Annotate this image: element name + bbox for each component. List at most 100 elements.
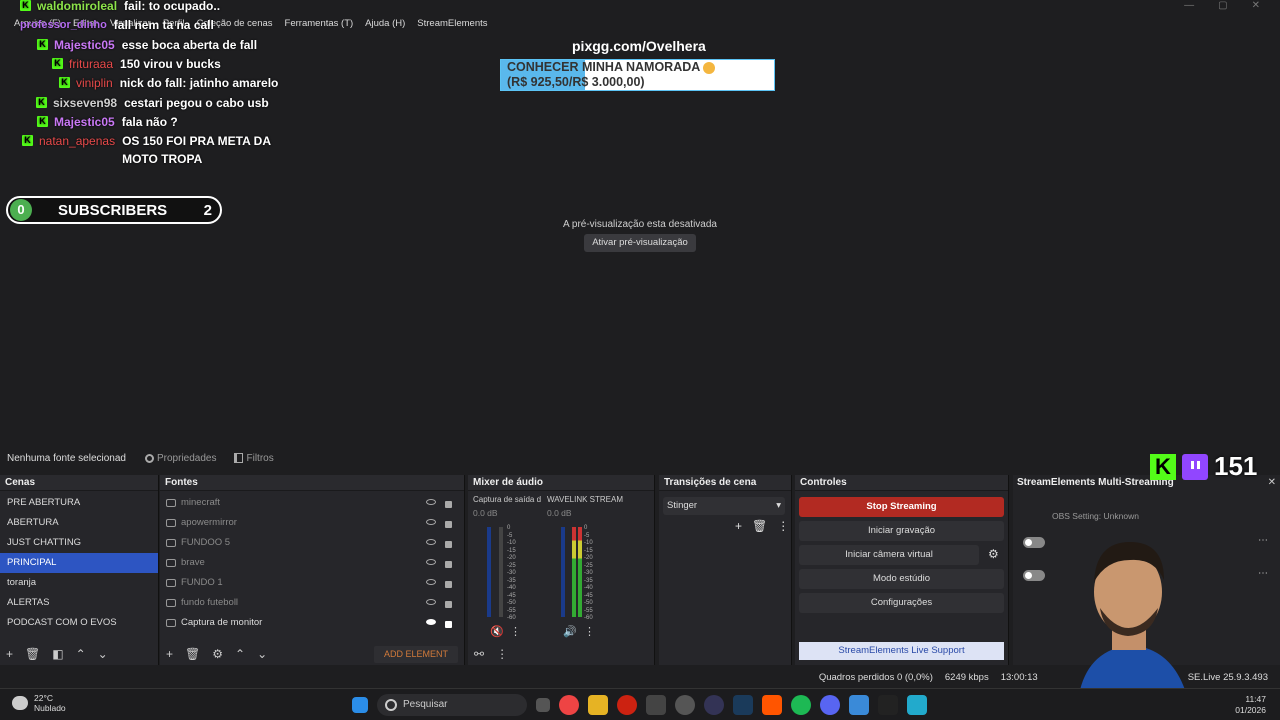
lock-icon[interactable] bbox=[445, 620, 452, 628]
lock-icon[interactable] bbox=[445, 540, 452, 548]
filter-icon[interactable]: ◧ bbox=[52, 647, 63, 661]
app-icon[interactable] bbox=[907, 695, 927, 715]
add-icon[interactable]: + bbox=[6, 647, 13, 661]
app-icon[interactable] bbox=[646, 695, 666, 715]
pix-link: pixgg.com/Ovelhera bbox=[572, 38, 706, 54]
close-icon[interactable]: ✕ bbox=[1268, 477, 1276, 488]
start-recording-button[interactable]: Iniciar gravação bbox=[799, 521, 1004, 541]
minimize-icon[interactable]: — bbox=[1184, 0, 1194, 14]
notepad-icon[interactable] bbox=[849, 695, 869, 715]
scene-item[interactable]: toranja bbox=[0, 573, 158, 593]
link-icon[interactable]: ⚯ bbox=[474, 647, 484, 661]
scene-item[interactable]: ALERTAS bbox=[0, 593, 158, 613]
settings-button[interactable]: Configurações bbox=[799, 593, 1004, 613]
chat-text: esse boca aberta de fall bbox=[121, 38, 258, 52]
trash-icon[interactable]: 🗑 bbox=[185, 647, 200, 661]
eye-hidden-icon[interactable] bbox=[426, 558, 436, 565]
search-box[interactable]: Pesquisar bbox=[377, 694, 527, 716]
transition-select[interactable]: Stinger ▾ bbox=[663, 497, 785, 515]
muted-speaker-icon[interactable]: 🔇 bbox=[490, 625, 504, 638]
obs-icon[interactable] bbox=[675, 695, 695, 715]
trash-icon[interactable]: 🗑 bbox=[752, 519, 767, 533]
steam-icon[interactable] bbox=[733, 695, 753, 715]
weather-widget[interactable]: 22°C Nublado bbox=[12, 693, 66, 713]
eye-icon[interactable] bbox=[426, 618, 436, 625]
chevron-up-icon[interactable]: ⌃ bbox=[76, 647, 86, 661]
subscribers-counter: 0 SUBSCRIBERS 2 bbox=[6, 196, 222, 224]
task-view-icon[interactable] bbox=[536, 698, 550, 712]
file-explorer-icon[interactable] bbox=[588, 695, 608, 715]
stop-streaming-button[interactable]: Stop Streaming bbox=[799, 497, 1004, 517]
filters-button[interactable]: Filtros bbox=[234, 453, 274, 464]
source-label: fundo futeboll bbox=[181, 597, 239, 608]
add-icon[interactable]: + bbox=[735, 519, 742, 533]
app-icon[interactable] bbox=[704, 695, 724, 715]
add-element-button[interactable]: ADD ELEMENT bbox=[374, 646, 458, 663]
chat-text: OS 150 FOI PRA META DA bbox=[122, 134, 271, 148]
lock-icon[interactable] bbox=[445, 580, 452, 588]
menu-streamelements[interactable]: StreamElements bbox=[417, 16, 487, 32]
gear-icon[interactable]: ⚙ bbox=[212, 647, 223, 661]
menu-help[interactable]: Ajuda (H) bbox=[365, 16, 405, 32]
chevron-up-icon[interactable]: ⌃ bbox=[235, 647, 245, 661]
lock-icon[interactable] bbox=[445, 560, 452, 568]
system-clock[interactable]: 11:47 01/2026 bbox=[1235, 694, 1266, 716]
db-scale-tick: -40 bbox=[584, 585, 593, 591]
kick-logo-icon: K bbox=[1150, 453, 1176, 480]
source-item[interactable]: brave bbox=[160, 553, 464, 573]
add-icon[interactable]: + bbox=[166, 647, 173, 661]
stream-time: 13:00:13 bbox=[1000, 671, 1038, 683]
chrome-icon[interactable] bbox=[559, 695, 579, 715]
more-options-icon[interactable]: ⋯ bbox=[1258, 568, 1268, 579]
eye-hidden-icon[interactable] bbox=[426, 518, 436, 525]
discord-icon[interactable] bbox=[820, 695, 840, 715]
more-options-icon[interactable]: ⋮ bbox=[777, 519, 789, 533]
close-icon[interactable]: ✕ bbox=[1252, 0, 1260, 14]
lock-icon[interactable] bbox=[445, 520, 452, 528]
scene-item[interactable]: JUST CHATTING bbox=[0, 533, 158, 553]
eye-hidden-icon[interactable] bbox=[426, 578, 436, 585]
stream-toggle[interactable] bbox=[1023, 570, 1045, 581]
chevron-down-icon[interactable]: ⌄ bbox=[98, 647, 108, 661]
scene-item[interactable]: PODCAST COM O EVOS bbox=[0, 613, 158, 633]
source-item[interactable]: Captura de monitor bbox=[160, 613, 464, 633]
brave-icon[interactable] bbox=[762, 695, 782, 715]
source-item[interactable]: fundo futeboll bbox=[160, 593, 464, 613]
source-item[interactable]: FUNDO 1 bbox=[160, 573, 464, 593]
maximize-icon[interactable]: ▢ bbox=[1218, 0, 1227, 14]
chat-message: K Majestic05 esse boca aberta de fall bbox=[37, 36, 257, 54]
windows-start-icon[interactable] bbox=[352, 697, 368, 713]
scene-item-selected[interactable]: PRINCIPAL bbox=[0, 553, 158, 573]
lock-icon[interactable] bbox=[445, 600, 452, 608]
eye-hidden-icon[interactable] bbox=[426, 598, 436, 605]
stream-toggle[interactable] bbox=[1023, 537, 1045, 548]
chat-text: cestari pegou o cabo usb bbox=[124, 96, 269, 110]
studio-mode-button[interactable]: Modo estúdio bbox=[799, 569, 1004, 589]
app-icon[interactable] bbox=[878, 695, 898, 715]
speaker-icon[interactable]: 🔊 bbox=[563, 625, 577, 638]
properties-button[interactable]: Propriedades bbox=[145, 453, 216, 464]
gear-icon[interactable]: ⚙ bbox=[988, 547, 999, 561]
menu-tools[interactable]: Ferramentas (T) bbox=[285, 16, 354, 32]
start-virtual-camera-button[interactable]: Iniciar câmera virtual bbox=[799, 545, 979, 565]
more-options-icon[interactable]: ⋮ bbox=[510, 625, 521, 638]
more-options-icon[interactable]: ⋯ bbox=[1258, 535, 1268, 546]
more-options-icon[interactable]: ⋮ bbox=[584, 625, 595, 638]
opera-icon[interactable] bbox=[617, 695, 637, 715]
scene-item[interactable]: PRE ABERTURA bbox=[0, 493, 158, 513]
clock-time: 11:47 bbox=[1245, 694, 1266, 704]
scene-item[interactable]: ABERTURA bbox=[0, 513, 158, 533]
source-item[interactable]: apowermirror bbox=[160, 513, 464, 533]
enable-preview-button[interactable]: Ativar pré-visualização bbox=[584, 234, 696, 252]
more-options-icon[interactable]: ⋮ bbox=[496, 647, 508, 661]
db-scale-tick: -5 bbox=[507, 532, 513, 539]
eye-hidden-icon[interactable] bbox=[426, 538, 436, 545]
source-item[interactable]: FUNDOO 5 bbox=[160, 533, 464, 553]
eye-hidden-icon[interactable] bbox=[426, 498, 436, 505]
source-item[interactable]: minecraft bbox=[160, 493, 464, 513]
chevron-down-icon[interactable]: ⌄ bbox=[257, 647, 267, 661]
trash-icon[interactable]: 🗑 bbox=[25, 647, 40, 661]
streamelements-support-button[interactable]: StreamElements Live Support bbox=[799, 642, 1004, 660]
spotify-icon[interactable] bbox=[791, 695, 811, 715]
lock-icon[interactable] bbox=[445, 500, 452, 508]
